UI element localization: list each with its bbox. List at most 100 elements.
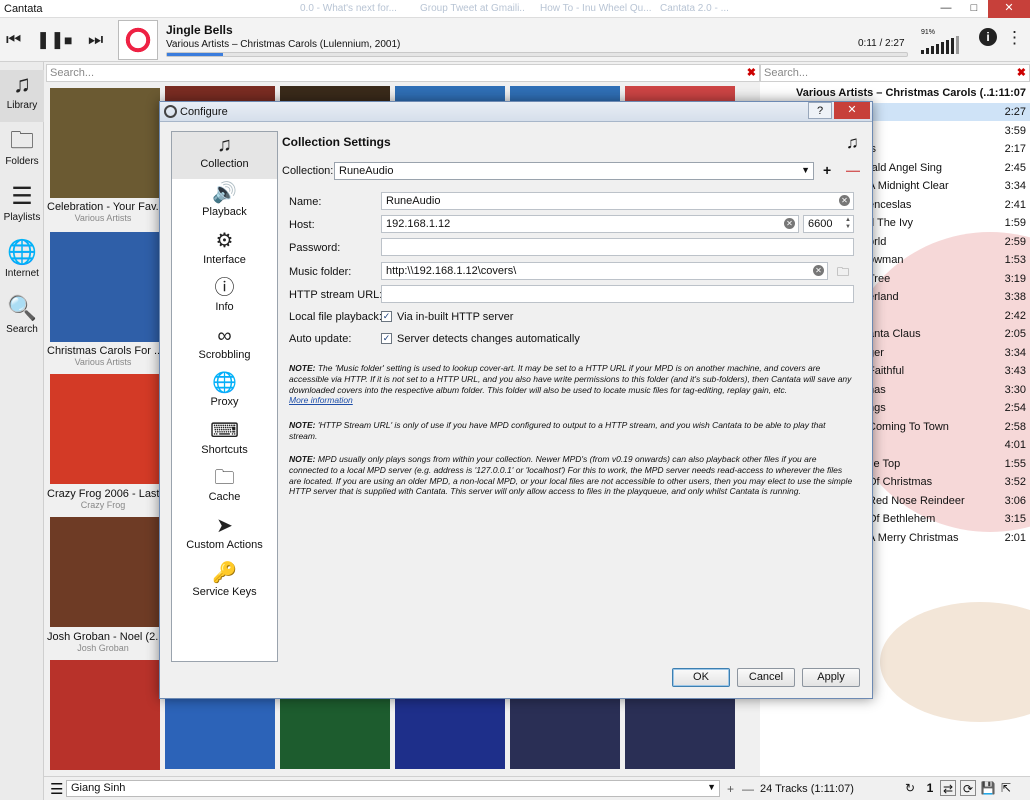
config-nav-service-keys[interactable]: 🔑 Service Keys <box>172 560 277 607</box>
password-field[interactable] <box>381 238 854 256</box>
playqueue-search-input[interactable]: Search... ✖ <box>760 64 1030 82</box>
remove-collection-icon[interactable]: — <box>846 162 860 178</box>
close-window-button[interactable]: ✕ <box>988 0 1030 18</box>
expand-icon[interactable]: ⇱ <box>998 780 1014 796</box>
track-duration: 2:41 <box>1004 198 1026 211</box>
library-search-input[interactable]: Search... ✖ <box>46 64 760 82</box>
album-cover[interactable] <box>50 660 160 770</box>
track-name: Faithful <box>868 365 905 377</box>
help-button[interactable]: ? <box>808 102 832 119</box>
minimize-button[interactable]: — <box>932 0 960 18</box>
save-icon[interactable]: 💾 <box>980 780 996 796</box>
more-information-link[interactable]: More information <box>289 395 854 406</box>
host-field[interactable]: 192.168.1.12 ✕ <box>381 215 799 233</box>
lastfm-icon: ∞ <box>217 325 232 347</box>
clear-icon[interactable]: ✖ <box>747 66 756 79</box>
album-cover[interactable] <box>510 699 620 769</box>
album-cover[interactable] <box>625 86 735 102</box>
search-placeholder: Search... <box>50 67 95 79</box>
consume-icon[interactable]: ⟳ <box>960 780 976 796</box>
album-cover[interactable] <box>510 86 620 102</box>
note-text: 'HTTP Stream URL' is only of use if you … <box>289 420 826 441</box>
sidebar-item-folders[interactable]: 🗀 Folders <box>0 126 44 167</box>
keyboard-icon: ⌨ <box>210 420 239 442</box>
apply-button[interactable]: Apply <box>802 668 860 687</box>
sidebar-item-internet[interactable]: 🌐 Internet <box>0 238 44 279</box>
track-duration: 3:52 <box>1004 476 1026 488</box>
folder-icon: 🗀 <box>214 467 235 489</box>
hamburger-menu-icon[interactable]: ☰ <box>50 780 63 798</box>
sidebar-item-label: Folders <box>5 156 39 167</box>
config-nav-info[interactable]: ⓘ Info <box>172 275 277 322</box>
config-nav-cache[interactable]: 🗀 Cache <box>172 465 277 512</box>
config-nav-collection[interactable]: ♫ Collection <box>172 132 277 179</box>
port-value: 6600 <box>808 218 833 230</box>
album-cover[interactable] <box>625 699 735 769</box>
repeat-icon[interactable]: ↻ <box>902 780 918 796</box>
playqueue-background-art <box>880 602 1030 722</box>
config-nav-proxy[interactable]: 🌐 Proxy <box>172 370 277 417</box>
album-cover[interactable] <box>280 86 390 102</box>
name-value: RuneAudio <box>386 195 441 207</box>
previous-icon[interactable]: ⏮ <box>6 30 21 50</box>
menu-icon[interactable]: ⋮ <box>1006 28 1023 48</box>
clear-icon[interactable]: ✕ <box>813 265 824 276</box>
cancel-button[interactable]: Cancel <box>737 668 795 687</box>
clear-icon[interactable]: ✕ <box>784 218 795 229</box>
volume-slider[interactable] <box>921 36 959 54</box>
config-nav-scrobbling[interactable]: ∞ Scrobbling <box>172 323 277 370</box>
dialog-close-button[interactable]: ✕ <box>834 102 870 119</box>
progress-bar[interactable] <box>166 52 908 57</box>
info-icon[interactable]: i <box>979 28 997 46</box>
config-nav-label: Proxy <box>210 396 239 408</box>
shuffle-icon[interactable]: ⇄ <box>940 780 956 796</box>
playqueue-group-header[interactable]: Various Artists – Christmas Carols (... … <box>760 82 1030 103</box>
playlist-select[interactable]: Giang Sinh ▼ <box>66 780 720 797</box>
album-cover[interactable] <box>50 88 160 198</box>
clear-icon[interactable]: ✖ <box>1017 66 1026 79</box>
folder-browse-icon[interactable]: 🗀 <box>837 263 849 284</box>
add-icon[interactable]: + <box>727 782 734 796</box>
album-cover[interactable] <box>165 699 275 769</box>
collection-select[interactable]: RuneAudio ▼ <box>334 162 814 180</box>
sidebar-item-library[interactable]: ♫ Library <box>0 70 44 122</box>
album-cover[interactable] <box>50 374 160 484</box>
local-playback-checkbox[interactable]: ✓ <box>381 311 392 322</box>
sliders-icon: ⚙ <box>215 230 234 252</box>
auto-update-checkbox[interactable]: ✓ <box>381 333 392 344</box>
list-icon: ☰ <box>11 183 33 210</box>
music-folder-note: NOTE: The 'Music folder' setting is used… <box>289 363 854 406</box>
album-cover[interactable] <box>50 517 160 627</box>
maximize-button[interactable]: □ <box>960 0 988 18</box>
ok-button[interactable]: OK <box>672 668 730 687</box>
config-nav-playback[interactable]: 🔊 Playback <box>172 180 277 227</box>
track-name: Coming To Town <box>868 420 949 433</box>
config-nav-label: Playback <box>202 206 247 218</box>
track-name: A Midnight Clear <box>868 180 949 192</box>
single-icon[interactable]: 1 <box>922 780 938 796</box>
clear-icon[interactable]: ✕ <box>839 195 850 206</box>
config-nav-shortcuts[interactable]: ⌨ Shortcuts <box>172 418 277 465</box>
stream-url-field[interactable] <box>381 285 854 303</box>
name-field[interactable]: RuneAudio ✕ <box>381 192 854 210</box>
spinner-arrows-icon[interactable]: ▲ ▼ <box>845 217 851 231</box>
remove-icon[interactable]: — <box>742 782 754 796</box>
add-collection-icon[interactable]: + <box>823 162 831 178</box>
album-cover[interactable] <box>50 232 160 342</box>
sidebar-item-search[interactable]: 🔍 Search <box>0 294 44 335</box>
album-cover[interactable] <box>395 699 505 769</box>
stop-icon[interactable]: ■ <box>64 32 72 48</box>
sidebar-item-label: Library <box>6 100 38 111</box>
config-nav-custom-actions[interactable]: ➤ Custom Actions <box>172 513 277 560</box>
now-playing-cover[interactable] <box>118 20 158 60</box>
config-nav: ♫ Collection 🔊 Playback ⚙ Interface ⓘ In… <box>171 131 278 662</box>
sidebar-item-playlists[interactable]: ☰ Playlists <box>0 182 44 223</box>
port-field[interactable]: 6600 ▲ ▼ <box>803 215 854 233</box>
music-folder-field[interactable]: http:\\192.168.1.12\covers\ ✕ <box>381 262 828 280</box>
album-cover[interactable] <box>280 699 390 769</box>
pause-icon[interactable]: ❚❚ <box>36 30 65 50</box>
album-cover[interactable] <box>165 86 275 102</box>
album-cover[interactable] <box>395 86 505 102</box>
next-icon[interactable]: ⏭ <box>88 30 103 50</box>
config-nav-interface[interactable]: ⚙ Interface <box>172 228 277 275</box>
